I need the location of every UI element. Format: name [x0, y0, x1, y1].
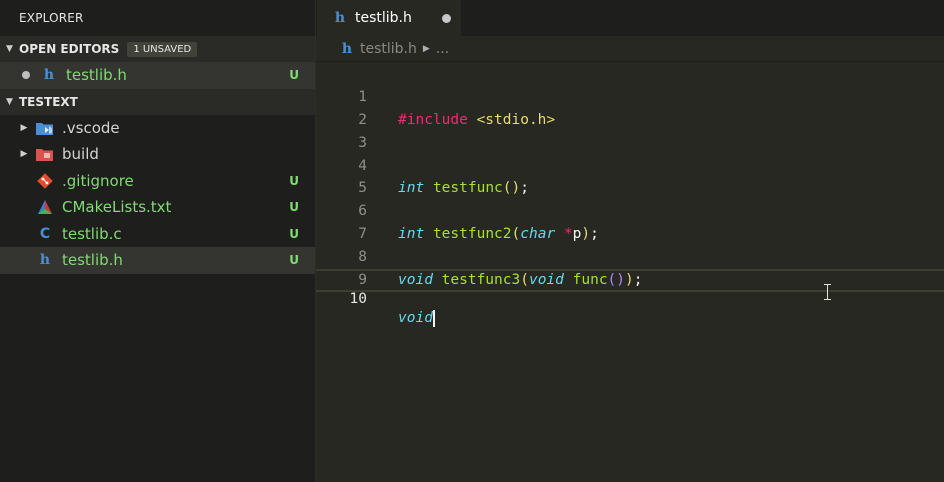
- tree-item-testlib-c[interactable]: C testlib.c U: [0, 221, 315, 248]
- header-file-icon: h: [341, 40, 353, 57]
- editor-area: h testlib.h h testlib.h ▶ ... 1 #include…: [316, 0, 944, 482]
- tree-item-cmakelists[interactable]: CMakeLists.txt U: [0, 194, 315, 221]
- c-file-icon: C: [39, 225, 51, 242]
- unsaved-badge: 1 UNSAVED: [127, 41, 198, 57]
- header-file-icon: h: [334, 10, 346, 26]
- tab-testlib-h[interactable]: h testlib.h: [317, 0, 461, 36]
- open-editor-item[interactable]: h testlib.h U: [0, 62, 315, 89]
- code-line[interactable]: 1 #include <stdio.h>: [316, 63, 944, 128]
- cmake-icon: [36, 198, 54, 216]
- code-line[interactable]: 3: [316, 109, 944, 151]
- code-line[interactable]: 2: [316, 86, 944, 128]
- code-line[interactable]: 4 int testfunc();: [316, 132, 944, 197]
- code-line[interactable]: 8 void testfunc3(void func());: [316, 223, 944, 288]
- code-text: void: [398, 309, 435, 327]
- tree-item-label: CMakeLists.txt: [62, 198, 172, 217]
- chevron-right-icon: ▶: [20, 122, 28, 133]
- open-editors-label: OPEN EDITORS: [19, 42, 120, 56]
- tree-item-label: .gitignore: [62, 171, 134, 190]
- git-status-untracked: U: [289, 173, 299, 188]
- breadcrumb: h testlib.h ▶ ...: [316, 36, 944, 62]
- tree-item-label: .vscode: [62, 118, 120, 137]
- git-status-untracked: U: [289, 68, 299, 83]
- tab-label: testlib.h: [355, 10, 412, 26]
- header-file-icon: h: [43, 67, 55, 84]
- text-cursor: [432, 309, 435, 327]
- code-line[interactable]: 5: [316, 155, 944, 196]
- explorer-title: EXPLORER: [19, 11, 84, 25]
- current-line[interactable]: 10 void: [316, 269, 944, 327]
- tab-bar: h testlib.h: [316, 0, 944, 36]
- code-editor[interactable]: 1 #include <stdio.h> 2 3 4 int testfunc(…: [316, 63, 944, 327]
- vscode-folder-icon: [36, 119, 54, 137]
- unsaved-dot-icon[interactable]: [22, 71, 30, 80]
- header-file-icon: h: [39, 252, 51, 269]
- git-status-untracked: U: [289, 226, 299, 241]
- git-status-untracked: U: [289, 253, 299, 268]
- tree-item-vscode[interactable]: ▶ .vscode: [0, 115, 315, 142]
- tree-item-label: build: [62, 145, 99, 164]
- open-editors-header[interactable]: ▼ OPEN EDITORS 1 UNSAVED: [0, 36, 315, 62]
- tree-item-gitignore[interactable]: .gitignore U: [0, 168, 315, 195]
- code-line[interactable]: 9: [316, 246, 944, 288]
- open-editor-label: testlib.h: [66, 66, 127, 85]
- git-status-untracked: U: [289, 200, 299, 215]
- tree-item-label: testlib.h: [62, 251, 123, 270]
- unsaved-dot-icon[interactable]: [442, 14, 451, 23]
- chevron-right-icon: ▶: [20, 149, 28, 160]
- tree-item-label: testlib.c: [62, 224, 122, 243]
- tree-item-build[interactable]: ▶ build: [0, 141, 315, 168]
- chevron-down-icon: ▼: [6, 44, 13, 54]
- tree-item-testlib-h[interactable]: h testlib.h U: [0, 247, 315, 274]
- build-folder-icon: [36, 145, 54, 163]
- explorer-sidebar: EXPLORER ▼ OPEN EDITORS 1 UNSAVED h test…: [0, 0, 316, 482]
- breadcrumb-more[interactable]: ...: [436, 41, 449, 57]
- breadcrumb-file[interactable]: testlib.h: [360, 41, 417, 57]
- workspace-label: TESTEXT: [19, 94, 78, 109]
- git-icon: [36, 172, 54, 190]
- code-line[interactable]: 7: [316, 200, 944, 242]
- code-line[interactable]: 6 int testfunc2(char *p);: [316, 177, 944, 242]
- ibeam-cursor-icon: [824, 284, 832, 300]
- chevron-down-icon: ▼: [6, 96, 13, 107]
- line-number: 10: [349, 291, 367, 308]
- chevron-right-icon: ▶: [422, 43, 430, 54]
- workspace-header[interactable]: ▼ TESTEXT: [0, 88, 315, 115]
